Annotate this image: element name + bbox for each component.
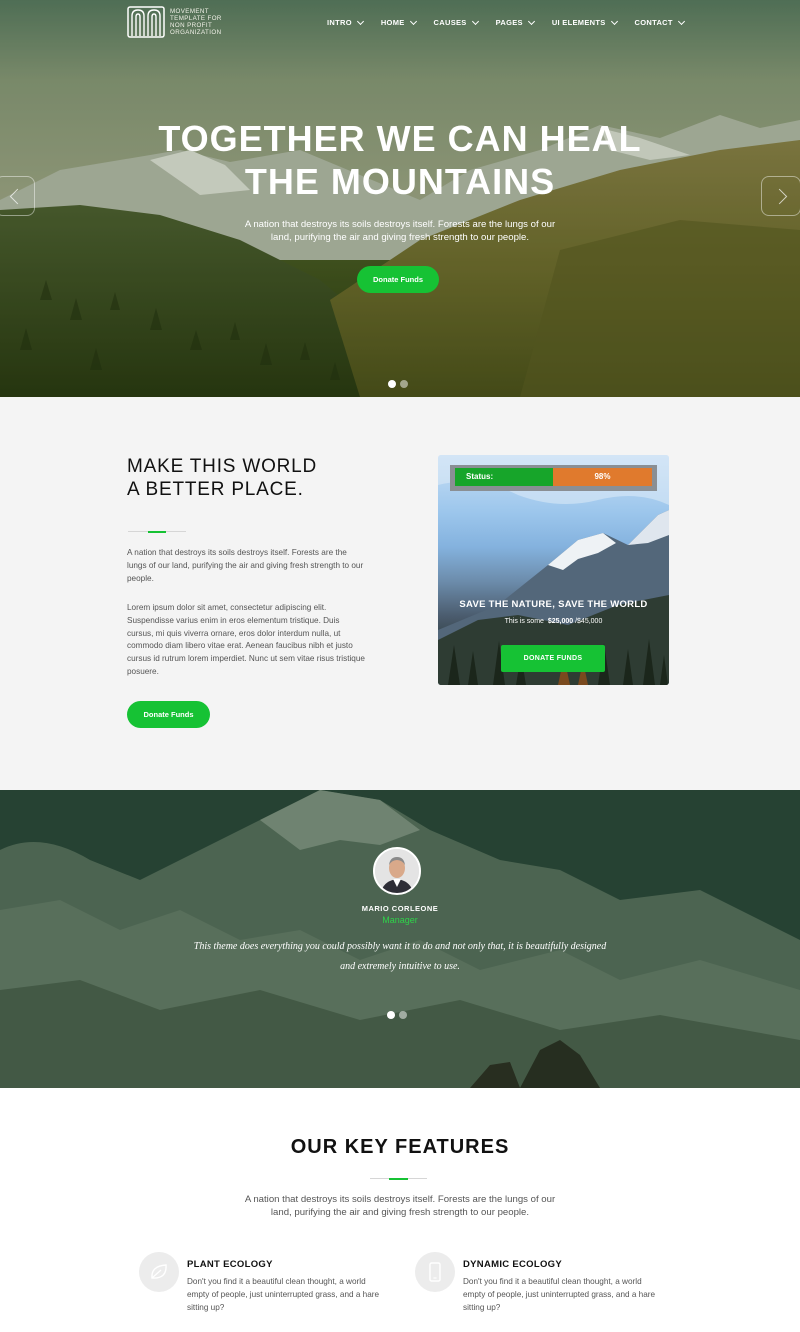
section-divider xyxy=(370,1177,427,1180)
hero-donate-button[interactable]: Donate Funds xyxy=(357,266,439,293)
feature-text: Don't you find it a beautiful clean thou… xyxy=(463,1277,656,1312)
chevron-down-icon xyxy=(471,17,479,25)
hero-title-line-1: TOGETHER WE CAN HEAL xyxy=(158,118,642,159)
nav-item-pages[interactable]: PAGES xyxy=(495,17,535,27)
nav-item-label: CONTACT xyxy=(634,18,673,27)
nav-item-contact[interactable]: CONTACT xyxy=(634,17,685,27)
testimonial-name: MARIO CORLEONE xyxy=(361,904,439,913)
feature-text: Don't you find it a beautiful clean thou… xyxy=(187,1277,380,1312)
movement-logo-icon xyxy=(127,6,165,38)
nav-item-label: PAGES xyxy=(495,18,523,27)
main-nav: INTRO HOME CAUSES PAGES UI ELEMENTS CONT… xyxy=(327,17,702,27)
cause-donate-button[interactable]: DONATE FUNDS xyxy=(501,645,605,672)
hero-subtitle: A nation that destroys its soils destroy… xyxy=(244,219,556,243)
chevron-down-icon xyxy=(409,17,417,25)
features-section: OUR KEY FEATURES A nation that destroys … xyxy=(0,1088,800,1332)
about-paragraph-1: A nation that destroys its soils destroy… xyxy=(127,548,364,583)
hero-title: TOGETHER WE CAN HEAL THE MOUNTAINS xyxy=(0,117,800,203)
section-divider xyxy=(128,530,186,533)
nav-item-causes[interactable]: CAUSES xyxy=(433,17,479,27)
hero-title-line-2: THE MOUNTAINS xyxy=(244,161,556,202)
nav-item-intro[interactable]: INTRO xyxy=(327,17,364,27)
person-avatar-image xyxy=(375,849,419,893)
slider-dot[interactable] xyxy=(399,1011,407,1019)
cause-meta-prefix: This is some xyxy=(504,618,544,625)
about-heading: MAKE THIS WORLD A BETTER PLACE. xyxy=(127,455,387,501)
hero-section: MOVEMENT TEMPLATE FOR NON PROFIT ORGANIZ… xyxy=(0,0,800,397)
cause-card-meta: This is some $25,000 /$45,000 xyxy=(438,618,669,625)
cause-raised-amount: $25,000 xyxy=(547,618,574,625)
features-heading: OUR KEY FEATURES xyxy=(290,1136,510,1158)
feature-icon-circle xyxy=(415,1252,455,1292)
about-paragraph-2: Lorem ipsum dolor sit amet, consectetur … xyxy=(127,603,365,676)
cause-card: Status: 98% SAVE THE NATURE, SAVE THE WO… xyxy=(438,455,669,685)
about-section: MAKE THIS WORLD A BETTER PLACE. A nation… xyxy=(0,397,800,790)
divider-accent xyxy=(148,530,166,533)
chevron-down-icon xyxy=(527,17,535,25)
testimonial-slider-dots xyxy=(387,1011,407,1019)
feature-icon-circle xyxy=(139,1252,179,1292)
avatar xyxy=(373,847,421,895)
slider-dot[interactable] xyxy=(400,380,408,388)
chevron-down-icon xyxy=(610,17,618,25)
about-heading-line-2: A BETTER PLACE. xyxy=(127,479,304,500)
chevron-down-icon xyxy=(677,17,685,25)
cause-goal-amount: /$45,000 xyxy=(575,618,603,625)
brand-logo[interactable]: MOVEMENT TEMPLATE FOR NON PROFIT ORGANIZ… xyxy=(127,6,232,38)
nav-item-ui-elements[interactable]: UI ELEMENTS xyxy=(551,17,618,27)
nav-item-label: UI ELEMENTS xyxy=(551,18,606,27)
slider-dot[interactable] xyxy=(388,380,396,388)
nav-item-home[interactable]: HOME xyxy=(380,17,417,27)
hero-slider-dots xyxy=(388,380,408,388)
about-heading-line-1: MAKE THIS WORLD xyxy=(127,456,318,477)
mobile-icon xyxy=(429,1262,441,1282)
testimonial-quote: This theme does everything you could pos… xyxy=(193,941,607,972)
divider-accent xyxy=(389,1177,408,1180)
slider-dot[interactable] xyxy=(387,1011,395,1019)
about-donate-button[interactable]: Donate Funds xyxy=(127,701,210,728)
leaf-icon xyxy=(151,1264,167,1279)
testimonial-section: MARIO CORLEONE Manager This theme does e… xyxy=(0,790,800,1088)
feature-title: DYNAMIC ECOLOGY xyxy=(463,1259,562,1270)
cause-card-title: SAVE THE NATURE, SAVE THE WORLD xyxy=(459,599,648,610)
status-label: Status: xyxy=(455,468,553,486)
feature-title: PLANT ECOLOGY xyxy=(187,1259,273,1270)
testimonial-role: Manager xyxy=(382,915,418,925)
status-percent: 98% xyxy=(553,468,652,486)
nav-item-label: INTRO xyxy=(327,18,352,27)
nav-item-label: HOME xyxy=(380,18,405,27)
features-intro: A nation that destroys its soils destroy… xyxy=(244,1194,556,1218)
donation-status-bar: Status: 98% xyxy=(450,465,657,491)
chevron-down-icon xyxy=(356,17,364,25)
nav-item-label: CAUSES xyxy=(433,18,467,27)
brand-logo-text: MOVEMENT TEMPLATE FOR NON PROFIT ORGANIZ… xyxy=(170,8,222,36)
